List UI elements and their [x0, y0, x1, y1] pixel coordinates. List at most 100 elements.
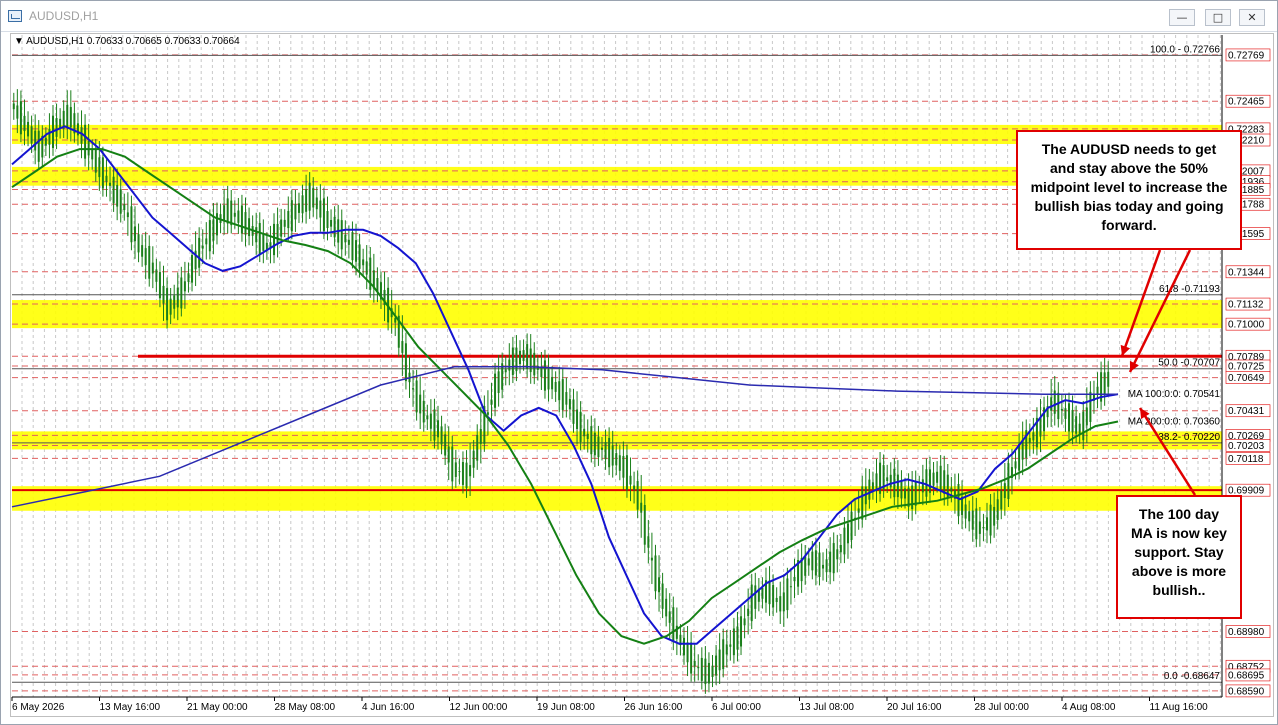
candle-body: [725, 644, 728, 655]
candle-body: [543, 360, 546, 391]
candle-body: [84, 124, 87, 159]
candle-body: [658, 577, 661, 593]
candle-body: [772, 584, 775, 608]
candle-body: [109, 182, 112, 186]
candle-body: [904, 488, 907, 499]
candle-body: [69, 107, 72, 128]
candle-body: [836, 549, 839, 560]
candle-body: [201, 245, 204, 249]
candle-body: [351, 232, 354, 261]
candle-body: [971, 510, 974, 530]
candle-body: [939, 465, 942, 491]
candle-body: [148, 245, 151, 279]
candle-body: [426, 415, 429, 420]
candle-body: [262, 233, 265, 251]
time-axis-label: 19 Jun 08:00: [537, 702, 595, 713]
candle-body: [921, 479, 924, 493]
candle-body: [191, 254, 194, 283]
time-axis-label: 26 Jun 16:00: [625, 702, 683, 713]
candle-body: [668, 611, 671, 623]
candle-body: [180, 277, 183, 309]
candle-body: [1014, 461, 1017, 469]
candle-body: [597, 436, 600, 458]
candle-body: [1107, 371, 1110, 387]
candle-body: [340, 220, 343, 250]
candle-body: [829, 551, 832, 573]
candle-body: [936, 471, 939, 483]
candle-body: [305, 189, 308, 212]
candle-body: [16, 105, 19, 119]
fib-level-label: 50.0 -0.70707: [1158, 358, 1220, 369]
candle-body: [358, 244, 361, 269]
candle-body: [565, 392, 568, 405]
candle-body: [362, 259, 365, 266]
candle-body: [975, 508, 978, 540]
candle-body: [237, 210, 240, 223]
candle-body: [914, 481, 917, 506]
candle-body: [850, 511, 853, 540]
candle-body: [1071, 409, 1074, 433]
candle-body: [1085, 407, 1088, 426]
candle-body: [918, 489, 921, 491]
candle-body: [611, 445, 614, 466]
note-100-ma: The 100 day MA is now key support. Stay …: [1116, 495, 1242, 619]
candle-body: [1060, 408, 1063, 411]
candle-body: [600, 447, 603, 450]
candle-body: [130, 206, 133, 243]
candle-body: [1018, 443, 1021, 471]
candle-body: [123, 204, 126, 211]
candle-body: [244, 212, 247, 235]
candle-body: [911, 485, 914, 510]
price-axis-label: 0.70725: [1228, 362, 1265, 373]
ma-value-label: MA 100:0:0: 0.70541: [1128, 389, 1221, 400]
candle-body: [529, 348, 532, 373]
candle-body: [240, 205, 243, 234]
candle-body: [1007, 463, 1010, 499]
time-axis-label: 28 May 08:00: [275, 702, 336, 713]
candle-body: [315, 197, 318, 210]
candle-body: [173, 295, 176, 309]
candle-body: [804, 555, 807, 576]
price-axis-label: 0.68695: [1228, 670, 1265, 681]
candle-body: [208, 220, 211, 252]
candle-body: [508, 359, 511, 371]
candle-body: [1068, 403, 1071, 432]
candle-body: [957, 484, 960, 517]
candle-body: [412, 388, 415, 390]
price-axis-label: 0.71344: [1228, 267, 1265, 278]
candle-body: [287, 210, 290, 229]
candle-body: [822, 564, 825, 569]
candle-body: [1057, 392, 1060, 420]
fib-level-label: 100.0 - 0.72766: [1150, 44, 1220, 55]
note-midpoint: The AUDUSD needs to get and stay above t…: [1016, 130, 1242, 250]
candle-body: [276, 223, 279, 244]
candle-body: [230, 200, 233, 226]
dropdown-arrow-icon[interactable]: ▼: [14, 36, 24, 47]
candle-body: [265, 242, 268, 250]
candle-body: [693, 660, 696, 667]
candle-body: [137, 234, 140, 253]
price-axis-label: 0.70431: [1228, 406, 1265, 417]
candle-body: [832, 543, 835, 574]
candle-body: [105, 175, 108, 182]
candle-body: [654, 555, 657, 592]
candle-body: [169, 298, 172, 315]
candle-body: [690, 642, 693, 674]
candle-body: [989, 504, 992, 536]
candle-body: [704, 658, 707, 685]
candle-body: [112, 176, 115, 204]
candle-body: [344, 234, 347, 243]
candle-body: [857, 508, 860, 513]
candle-body: [846, 523, 849, 544]
candle-body: [158, 272, 161, 299]
candle-body: [978, 521, 981, 534]
candle-body: [861, 486, 864, 520]
candle-body: [900, 480, 903, 499]
candle-body: [633, 485, 636, 490]
candle-body: [707, 662, 710, 684]
candle-body: [636, 481, 639, 510]
price-chart[interactable]: 100.0 - 0.7276661.8 -0.7119350.0 -0.7070…: [0, 0, 1278, 725]
candle-body: [608, 437, 611, 468]
candle-body: [615, 453, 618, 466]
candle-body: [576, 409, 579, 429]
